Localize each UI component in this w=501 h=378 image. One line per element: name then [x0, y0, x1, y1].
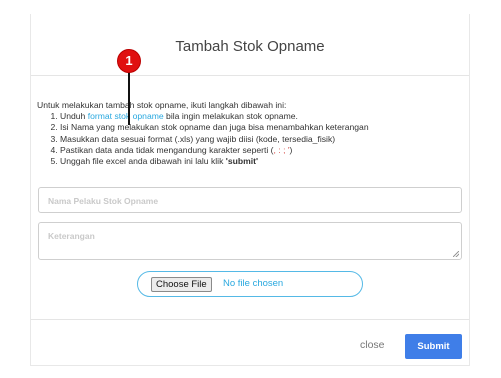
instructions-steps: Unduh format stok opname bila ingin mela… — [37, 111, 469, 167]
instructions: Untuk melakukan tambah stok opname, ikut… — [37, 100, 469, 167]
step-1-prefix: Unduh — [60, 111, 88, 122]
modal-header: Tambah Stok Opname — [31, 14, 469, 76]
step-4: Pastikan data anda tidak mengandung kara… — [60, 145, 469, 156]
choose-file-button[interactable]: Choose File — [151, 277, 212, 292]
callout-badge: 1 — [118, 50, 140, 72]
step-1: Unduh format stok opname bila ingin mela… — [60, 111, 469, 122]
step-1-suffix: bila ingin melakukan stok opname. — [163, 111, 298, 122]
submit-keyword: 'submit' — [225, 156, 259, 167]
notes-placeholder: Keterangan — [48, 231, 95, 241]
close-button[interactable]: close — [360, 339, 385, 351]
file-upload: Choose File No file chosen — [137, 271, 363, 297]
step-4-suffix: ) — [289, 144, 293, 155]
download-format-link[interactable]: format stok opname — [88, 111, 164, 121]
modal-title: Tambah Stok Opname — [175, 38, 325, 55]
modal-footer: close Submit — [31, 319, 469, 366]
no-file-text: No file chosen — [223, 278, 284, 289]
step-4-prefix: Pastikan data anda tidak mengandung kara… — [60, 144, 274, 155]
step-5-prefix: Unggah file excel anda dibawah ini lalu … — [60, 156, 226, 167]
stok-opname-modal: Tambah Stok Opname Untuk melakukan tamba… — [30, 14, 470, 366]
instructions-intro: Untuk melakukan tambah stok opname, ikut… — [37, 100, 287, 110]
step-5: Unggah file excel anda dibawah ini lalu … — [60, 156, 469, 167]
callout-pointer-line — [128, 71, 130, 125]
name-input-placeholder: Nama Pelaku Stok Opname — [48, 196, 159, 206]
step-2: Isi Nama yang melakukan stok opname dan … — [60, 122, 469, 133]
resize-handle-icon[interactable] — [453, 251, 459, 257]
forbidden-chars: , : ; ' — [273, 144, 290, 155]
submit-button[interactable]: Submit — [405, 334, 462, 359]
step-3: Masukkan data sesuai format (.xls) yang … — [60, 134, 469, 145]
name-input[interactable]: Nama Pelaku Stok Opname — [38, 187, 462, 213]
notes-textarea[interactable]: Keterangan — [38, 222, 462, 260]
